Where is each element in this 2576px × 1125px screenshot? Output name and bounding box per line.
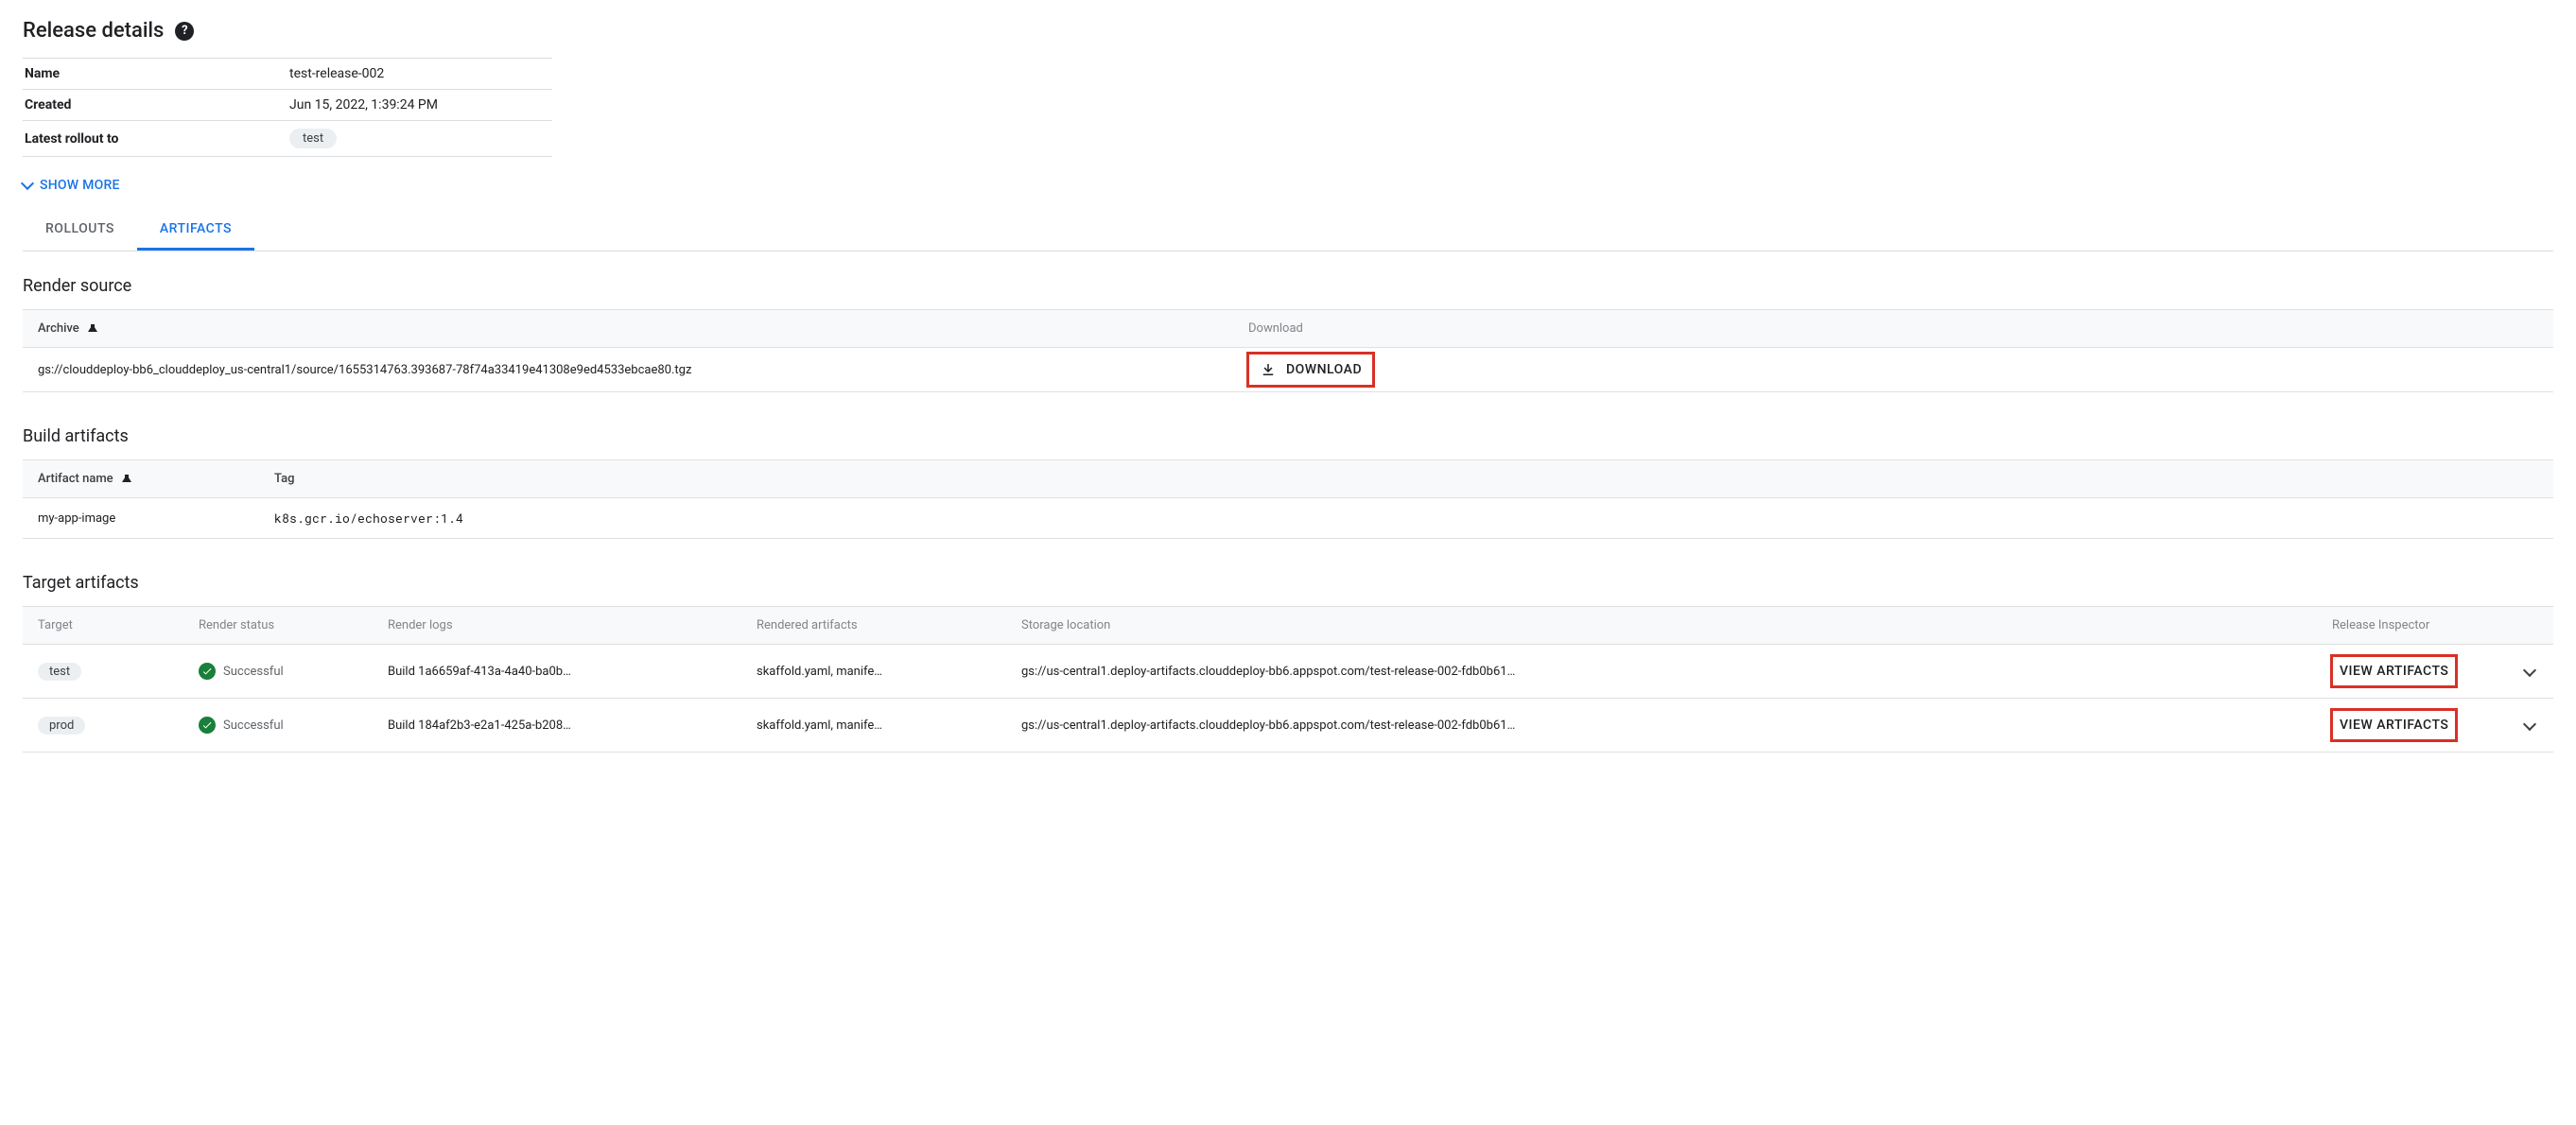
column-header-render-logs: Render logs bbox=[373, 607, 741, 645]
artifact-name: my-app-image bbox=[23, 498, 259, 539]
render-status: Successful bbox=[199, 663, 357, 680]
table-row: test Successful Build 1a6659af-413a-4a40… bbox=[23, 645, 2553, 699]
details-label: Latest rollout to bbox=[23, 121, 287, 157]
build-artifacts-section: Build artifacts Artifact name Tag my-app… bbox=[23, 426, 2553, 539]
target-chip: test bbox=[38, 663, 81, 681]
download-cell: DOWNLOAD bbox=[1233, 348, 2553, 392]
download-button[interactable]: DOWNLOAD bbox=[1248, 354, 1373, 386]
target-chip: prod bbox=[38, 717, 85, 735]
sort-ascending-icon bbox=[122, 475, 131, 482]
column-header-storage-location: Storage location bbox=[1006, 607, 2317, 645]
column-header-archive[interactable]: Archive bbox=[23, 310, 1233, 348]
column-header-release-inspector: Release Inspector bbox=[2317, 607, 2506, 645]
rollout-target-chip: test bbox=[289, 129, 337, 148]
column-header-label: Archive bbox=[38, 321, 79, 336]
table-row: my-app-image k8s.gcr.io/echoserver:1.4 bbox=[23, 498, 2553, 539]
render-source-section: Render source Archive Download gs://clou… bbox=[23, 276, 2553, 392]
section-title: Render source bbox=[23, 276, 2553, 296]
column-header-download: Download bbox=[1233, 310, 2553, 348]
view-artifacts-button[interactable]: VIEW ARTIFACTS bbox=[2332, 710, 2456, 740]
release-details-table: Name test-release-002 Created Jun 15, 20… bbox=[23, 58, 552, 157]
details-row-latest-rollout: Latest rollout to test bbox=[23, 121, 552, 157]
rendered-artifacts: skaffold.yaml, manife… bbox=[757, 718, 991, 733]
target-artifacts-section: Target artifacts Target Render status Re… bbox=[23, 573, 2553, 753]
artifact-tag: k8s.gcr.io/echoserver:1.4 bbox=[259, 498, 2553, 539]
render-logs: Build 184af2b3-e2a1-425a-b208… bbox=[388, 718, 726, 733]
page-title: Release details bbox=[23, 19, 164, 43]
details-row-created: Created Jun 15, 2022, 1:39:24 PM bbox=[23, 90, 552, 121]
tab-artifacts[interactable]: ARTIFACTS bbox=[137, 210, 254, 251]
archive-path: gs://clouddeploy-bb6_clouddeploy_us-cent… bbox=[23, 348, 1233, 392]
column-header-expand bbox=[2506, 607, 2553, 645]
rendered-artifacts: skaffold.yaml, manife… bbox=[757, 665, 991, 679]
page-header: Release details ? bbox=[23, 19, 2553, 43]
column-header-rendered-artifacts: Rendered artifacts bbox=[741, 607, 1006, 645]
download-icon bbox=[1260, 361, 1277, 378]
expand-row-icon[interactable] bbox=[2523, 717, 2536, 730]
storage-location: gs://us-central1.deploy-artifacts.cloudd… bbox=[1021, 665, 2302, 679]
details-value: test bbox=[287, 121, 552, 157]
expand-row-icon[interactable] bbox=[2523, 663, 2536, 676]
show-more-label: SHOW MORE bbox=[40, 178, 120, 193]
column-header-target: Target bbox=[23, 607, 183, 645]
chevron-down-icon bbox=[21, 177, 34, 190]
target-artifacts-table: Target Render status Render logs Rendere… bbox=[23, 606, 2553, 753]
show-more-button[interactable]: SHOW MORE bbox=[23, 168, 120, 210]
column-header-label: Artifact name bbox=[38, 472, 113, 486]
status-label: Successful bbox=[223, 665, 284, 679]
tabs: ROLLOUTS ARTIFACTS bbox=[23, 210, 2553, 251]
details-row-name: Name test-release-002 bbox=[23, 59, 552, 90]
table-row: gs://clouddeploy-bb6_clouddeploy_us-cent… bbox=[23, 348, 2553, 392]
details-label: Created bbox=[23, 90, 287, 121]
details-value: Jun 15, 2022, 1:39:24 PM bbox=[287, 90, 552, 121]
download-label: DOWNLOAD bbox=[1286, 362, 1362, 377]
render-logs: Build 1a6659af-413a-4a40-ba0b… bbox=[388, 665, 726, 679]
section-title: Target artifacts bbox=[23, 573, 2553, 593]
status-label: Successful bbox=[223, 718, 284, 733]
render-status: Successful bbox=[199, 717, 357, 734]
column-header-artifact-name[interactable]: Artifact name bbox=[23, 460, 259, 498]
details-label: Name bbox=[23, 59, 287, 90]
section-title: Build artifacts bbox=[23, 426, 2553, 446]
storage-location: gs://us-central1.deploy-artifacts.cloudd… bbox=[1021, 718, 2302, 733]
sort-ascending-icon bbox=[88, 324, 97, 332]
success-icon bbox=[199, 717, 216, 734]
column-header-render-status: Render status bbox=[183, 607, 373, 645]
table-row: prod Successful Build 184af2b3-e2a1-425a… bbox=[23, 699, 2553, 753]
view-artifacts-button[interactable]: VIEW ARTIFACTS bbox=[2332, 656, 2456, 686]
render-source-table: Archive Download gs://clouddeploy-bb6_cl… bbox=[23, 309, 2553, 392]
details-value: test-release-002 bbox=[287, 59, 552, 90]
column-header-tag: Tag bbox=[259, 460, 2553, 498]
build-artifacts-table: Artifact name Tag my-app-image k8s.gcr.i… bbox=[23, 459, 2553, 539]
help-icon[interactable]: ? bbox=[175, 22, 194, 41]
success-icon bbox=[199, 663, 216, 680]
tab-rollouts[interactable]: ROLLOUTS bbox=[23, 210, 137, 251]
